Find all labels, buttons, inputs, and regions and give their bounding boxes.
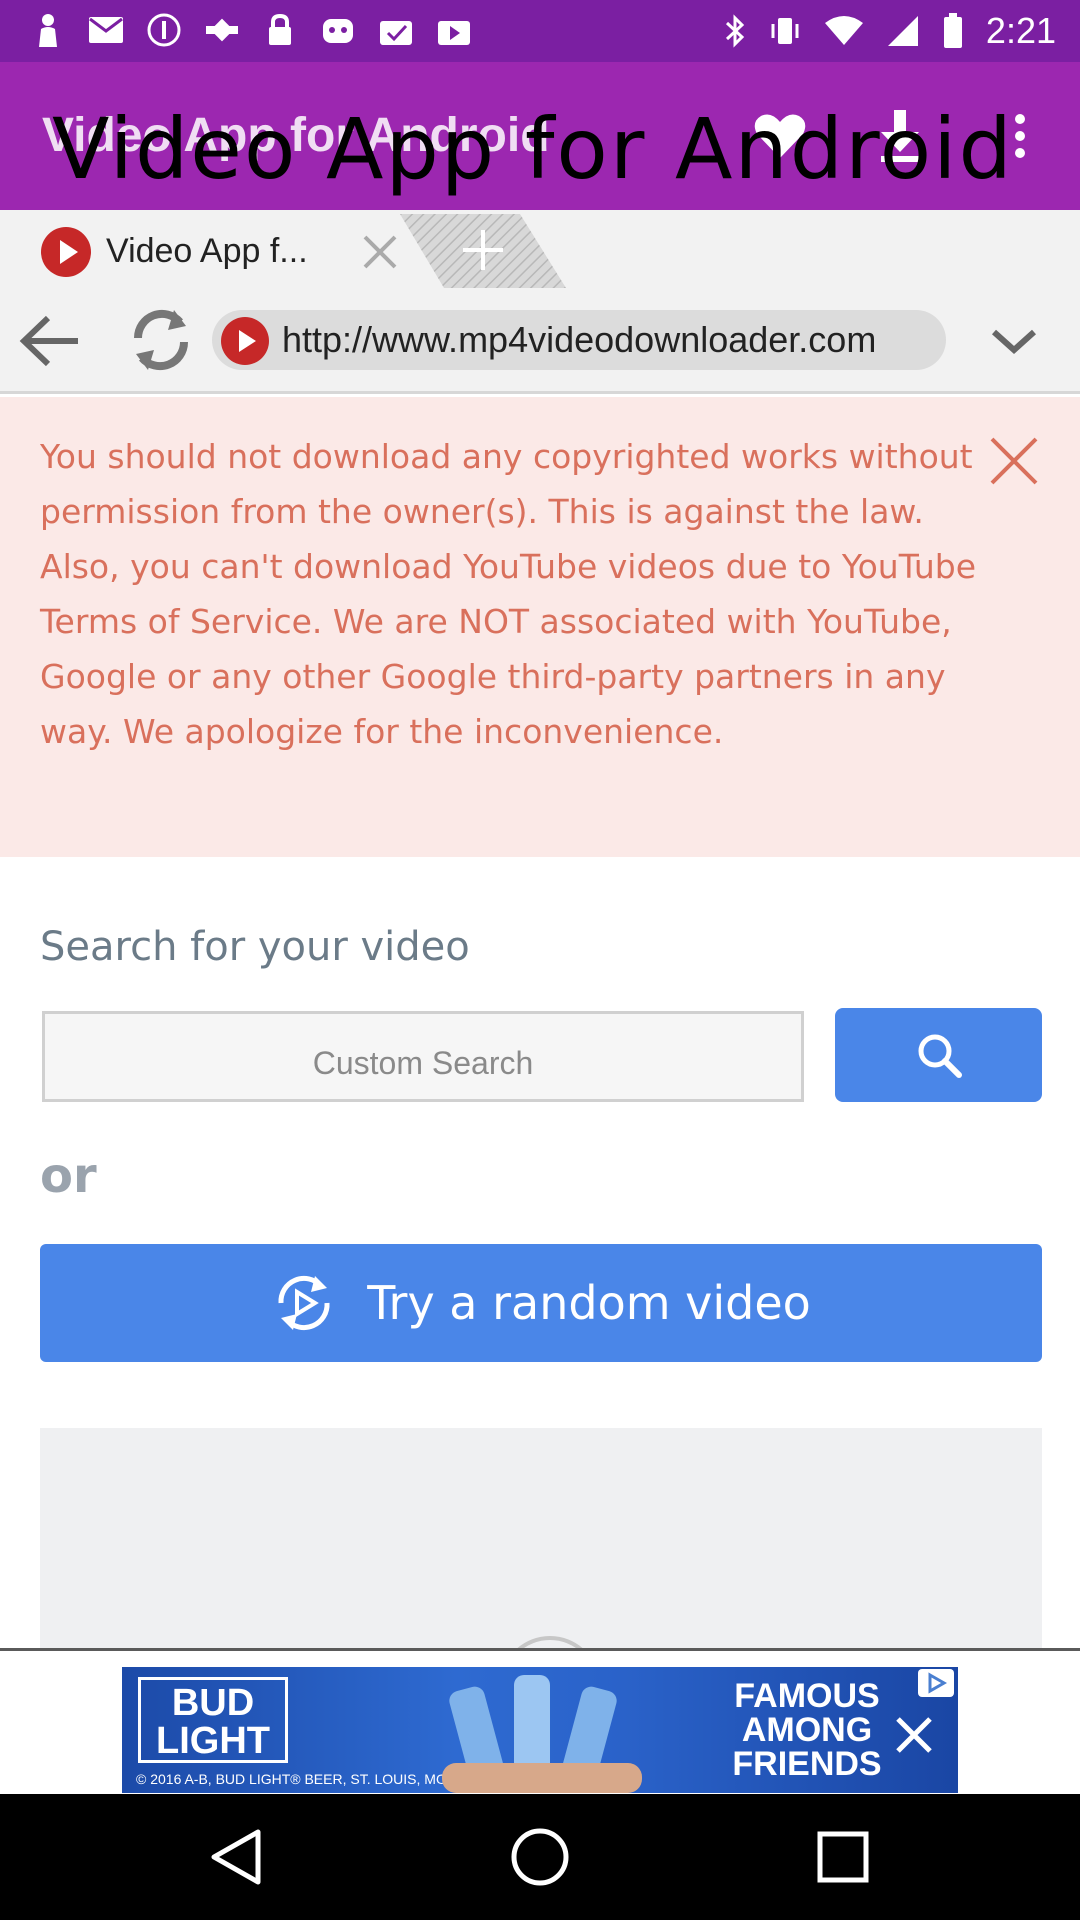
ad-brand-line2: LIGHT [156, 1720, 270, 1762]
mail-icon [88, 12, 124, 48]
vibrate-icon [771, 18, 799, 44]
arrow-left-icon[interactable] [16, 306, 86, 376]
search-button[interactable] [835, 1008, 1042, 1102]
more-vert-icon [1015, 114, 1025, 158]
copyright-warning: You should not download any copyrighted … [0, 397, 1080, 857]
close-icon[interactable] [892, 1713, 936, 1757]
wifi-icon [824, 16, 863, 45]
random-video-button[interactable]: Try a random video [40, 1244, 1042, 1362]
search-heading: Search for your video [40, 924, 470, 970]
loading-spinner [500, 1636, 600, 1648]
ad-slogan-line1: FAMOUS [734, 1677, 880, 1715]
chevron-down-icon[interactable] [984, 316, 1044, 366]
url-favicon-play-icon [221, 317, 269, 365]
ad-choices-icon[interactable] [918, 1669, 954, 1697]
ad-brand-logo: BUD LIGHT [138, 1677, 288, 1763]
ad-container: BUD LIGHT © 2016 A-B, BUD LIGHT® BEER, S… [0, 1648, 1080, 1794]
person-icon [30, 12, 66, 48]
refresh-icon[interactable] [124, 302, 198, 376]
status-bar: 2:21 [0, 0, 1080, 62]
browser-tab[interactable]: Video App f... [0, 210, 420, 288]
browser-tab-strip: Video App f... [0, 210, 1080, 288]
close-icon[interactable] [360, 232, 400, 272]
clock: 2:21 [985, 10, 1056, 51]
recents-square-icon[interactable] [810, 1824, 876, 1890]
url-text: http://www.mp4videodownloader.com [282, 319, 877, 360]
search-input[interactable] [42, 1011, 804, 1102]
status-icons-right: 2:21 [724, 10, 1056, 52]
tab-favicon-play-icon [41, 227, 91, 277]
url-field[interactable]: http://www.mp4videodownloader.com [212, 310, 946, 370]
android-icon [320, 12, 356, 48]
or-label: or [40, 1148, 97, 1204]
fake-gps-icon [204, 12, 240, 48]
ad-fine-print: © 2016 A-B, BUD LIGHT® BEER, ST. LOUIS, … [136, 1771, 447, 1787]
info-icon [146, 12, 182, 48]
back-triangle-icon[interactable] [204, 1824, 270, 1890]
shuffle-play-icon [278, 1275, 330, 1331]
bluetooth-icon [725, 14, 745, 48]
search-icon [918, 1034, 962, 1078]
lock-icon [262, 12, 298, 48]
status-icons-left [30, 12, 472, 48]
address-row: http://www.mp4videodownloader.com [0, 288, 1080, 394]
close-icon[interactable] [986, 433, 1042, 489]
video-placeholder [40, 1428, 1042, 1648]
ad-banner[interactable]: BUD LIGHT © 2016 A-B, BUD LIGHT® BEER, S… [122, 1667, 958, 1793]
bottles-image [442, 1675, 642, 1793]
overlay-title: Video App for Android [52, 100, 1014, 198]
app-bar: Video App for Android Video App for Andr… [0, 62, 1080, 210]
battery-icon [943, 13, 962, 48]
random-video-label: Try a random video [367, 1276, 811, 1330]
signal-icon [887, 16, 918, 46]
warning-text: You should not download any copyrighted … [40, 437, 977, 751]
system-nav-bar [0, 1794, 1080, 1920]
video-bag-icon [436, 12, 472, 48]
tab-title: Video App f... [106, 232, 308, 270]
checkmark-bag-icon [378, 12, 414, 48]
new-tab-button[interactable] [400, 214, 566, 288]
ad-brand-line1: BUD [171, 1682, 255, 1724]
home-circle-icon[interactable] [507, 1824, 573, 1890]
